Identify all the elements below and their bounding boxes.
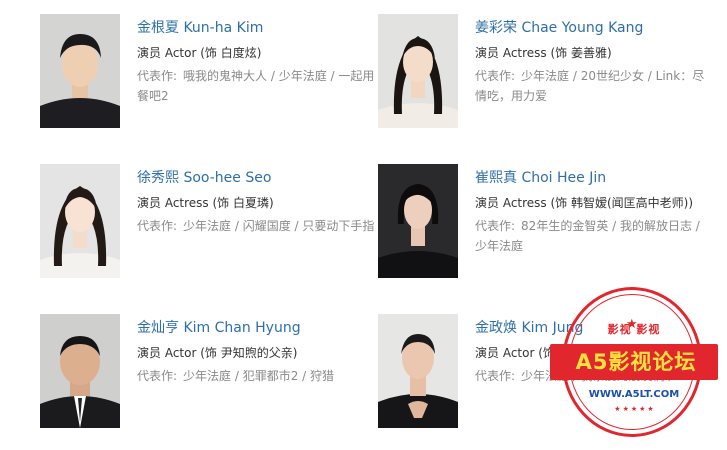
cast-card: 崔熙真 Choi Hee Jin 演员 Actress (饰 韩智嫒(闻匡高中老… (378, 164, 718, 280)
works-list: 少年法庭 / 犯罪都市2 / 狩猎 (183, 369, 335, 383)
works-list: 少年法庭 / 闪耀国度 / 只要动下手指 (183, 219, 375, 233)
cast-photo-choi-hee-jin[interactable] (378, 164, 458, 278)
cast-card: 姜彩荣 Chae Young Kang 演员 Actress (饰 姜善雅) 代… (378, 14, 718, 130)
cast-card: 金根夏 Kun-ha Kim 演员 Actor (饰 白度炫) 代表作: 哦我的鬼… (40, 14, 380, 130)
actress-photo-icon (378, 14, 458, 128)
actor-photo-icon (40, 14, 120, 128)
cast-works: 代表作: 哦我的鬼神大人 / 少年法庭 / 一起用餐吧2 (137, 66, 377, 106)
actor-photo-icon (40, 314, 120, 428)
works-label: 代表作: (475, 219, 516, 233)
cast-role: 演员 Actor (饰 检察 (475, 346, 583, 360)
works-list: 少年法庭 / 我亲爱的朋友们 / Live (521, 369, 701, 383)
cast-name-link[interactable]: 金灿亨 Kim Chan Hyung (137, 319, 377, 337)
cast-card: 金灿亨 Kim Chan Hyung 演员 Actor (饰 尹知煦的父亲) 代… (40, 314, 380, 430)
cast-works: 代表作: 少年法庭 / 闪耀国度 / 只要动下手指 (137, 216, 377, 236)
actress-photo-icon (378, 164, 458, 278)
cast-card: 金政焕 Kim Jung 演员 Actor (饰 检察 代表作: 少年法庭 / 我… (378, 314, 718, 430)
cast-card: 徐秀熙 Soo-hee Seo 演员 Actress (饰 白夏璘) 代表作: 少… (40, 164, 380, 280)
cast-name-link[interactable]: 金政焕 Kim Jung (475, 319, 715, 337)
cast-role: 演员 Actress (饰 韩智嫒(闻匡高中老师)) (475, 196, 694, 210)
works-label: 代表作: (475, 69, 516, 83)
cast-photo-kim-chan-hyung[interactable] (40, 314, 120, 428)
cast-photo-kun-ha-kim[interactable] (40, 14, 120, 128)
cast-role: 演员 Actress (饰 姜善雅) (475, 46, 612, 60)
cast-name-link[interactable]: 姜彩荣 Chae Young Kang (475, 19, 715, 37)
cast-works: 代表作: 少年法庭 / 20世纪少女 / Link：尽情吃，用力爱 (475, 66, 715, 106)
cast-role: 演员 Actress (饰 白夏璘) (137, 196, 274, 210)
cast-role: 演员 Actor (饰 尹知煦的父亲) (137, 346, 298, 360)
actor-photo-icon (378, 314, 458, 428)
cast-works: 代表作: 少年法庭 / 犯罪都市2 / 狩猎 (137, 366, 377, 386)
cast-name-link[interactable]: 金根夏 Kun-ha Kim (137, 19, 377, 37)
cast-works: 代表作: 少年法庭 / 我亲爱的朋友们 / Live (475, 366, 715, 386)
works-label: 代表作: (137, 219, 178, 233)
cast-photo-kim-jung[interactable] (378, 314, 458, 428)
works-label: 代表作: (137, 369, 178, 383)
actress-photo-icon (40, 164, 120, 278)
works-label: 代表作: (137, 69, 178, 83)
cast-role: 演员 Actor (饰 白度炫) (137, 46, 262, 60)
cast-name-link[interactable]: 徐秀熙 Soo-hee Seo (137, 169, 377, 187)
cast-photo-soo-hee-seo[interactable] (40, 164, 120, 278)
cast-photo-chae-young-kang[interactable] (378, 14, 458, 128)
works-label: 代表作: (475, 369, 516, 383)
cast-name-link[interactable]: 崔熙真 Choi Hee Jin (475, 169, 715, 187)
cast-works: 代表作: 82年生的金智英 / 我的解放日志 / 少年法庭 (475, 216, 715, 256)
